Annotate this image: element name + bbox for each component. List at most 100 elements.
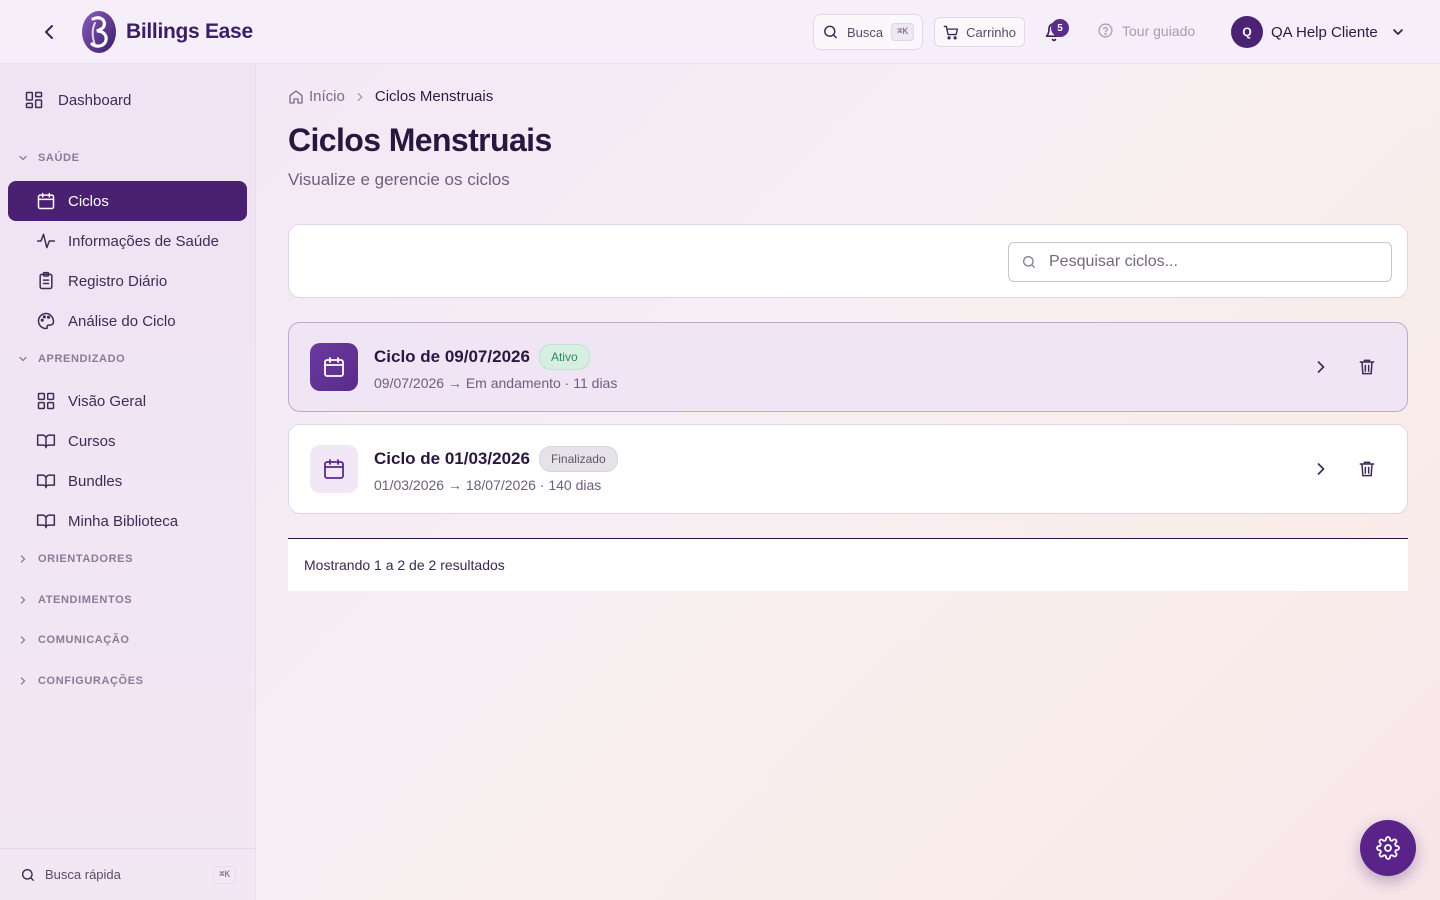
sidebar-item-registro-diario[interactable]: Registro Diário <box>8 261 247 301</box>
sidebar-item-label: Dashboard <box>58 91 132 109</box>
breadcrumb-current: Ciclos Menstruais <box>374 88 494 105</box>
section-saude[interactable]: SAÚDE <box>17 152 80 164</box>
sidebar-item-label: Análise do Ciclo <box>68 312 176 330</box>
breadcrumb-home[interactable]: Início <box>288 88 345 105</box>
clipboard-icon <box>39 271 53 290</box>
gear-icon <box>1376 836 1400 860</box>
section-comunicacao[interactable]: COMUNICAÇÃO <box>17 634 130 646</box>
trash-icon[interactable] <box>1357 459 1377 479</box>
search-label: Busca <box>847 24 884 40</box>
status-badge: Finalizado <box>538 445 618 472</box>
sidebar-item-informacoes-saude[interactable]: Informações de Saúde <box>8 221 247 261</box>
cycle-title: Ciclo de 09/07/2026 <box>374 346 530 366</box>
cycle-title: Ciclo de 01/03/2026 <box>374 448 530 468</box>
section-atendimentos[interactable]: ATENDIMENTOS <box>17 594 132 606</box>
cycle-card[interactable]: Ciclo de 09/07/2026 Ativo 09/07/2026 → E… <box>288 322 1408 412</box>
book-open-icon <box>36 514 56 529</box>
section-label: COMUNICAÇÃO <box>38 634 130 646</box>
sidebar-item-dashboard[interactable]: Dashboard <box>24 90 131 110</box>
book-open-icon <box>36 434 56 449</box>
top-header: Billings Ease Busca ⌘K Carrinho 5 Tour g… <box>0 0 1440 64</box>
pagination-text: Mostrando 1 a 2 de 2 resultados <box>304 557 505 573</box>
sidebar-item-label: Cursos <box>68 432 116 450</box>
status-badge: Ativo <box>538 343 590 370</box>
cycles-search-field[interactable] <box>1008 242 1392 282</box>
sidebar-item-label: Ciclos <box>68 192 109 210</box>
calendar-icon <box>324 459 344 479</box>
grid-icon <box>37 392 55 410</box>
chevron-right-icon[interactable] <box>1311 357 1331 377</box>
section-orientadores[interactable]: ORIENTADORES <box>17 553 133 565</box>
sidebar-item-analise-ciclo[interactable]: Análise do Ciclo <box>8 301 247 341</box>
avatar: Q <box>1231 16 1263 48</box>
search-icon <box>22 868 34 881</box>
cycle-card[interactable]: Ciclo de 01/03/2026 Finalizado 01/03/202… <box>288 424 1408 514</box>
home-icon <box>289 89 303 104</box>
section-label: APRENDIZADO <box>38 353 126 365</box>
brand[interactable]: Billings Ease <box>80 10 253 54</box>
cycle-icon-wrap <box>310 343 358 391</box>
cycle-meta: 01/03/2026 → 18/07/2026 · 140 dias <box>374 476 602 493</box>
sidebar-item-label: Bundles <box>68 472 123 490</box>
sidebar-item-visao-geral[interactable]: Visão Geral <box>8 381 247 421</box>
brand-logo-icon <box>82 11 116 53</box>
pagination-summary: Mostrando 1 a 2 de 2 resultados <box>288 538 1408 591</box>
settings-fab-button[interactable] <box>1360 820 1416 876</box>
quick-search-shortcut: ⌘K <box>213 865 236 884</box>
section-label: ORIENTADORES <box>38 553 134 565</box>
chevron-right-icon <box>20 596 26 604</box>
back-button[interactable] <box>38 20 62 44</box>
global-search-button[interactable]: Busca ⌘K <box>813 14 923 50</box>
section-configuracoes[interactable]: CONFIGURAÇÕES <box>17 675 144 687</box>
section-aprendizado[interactable]: APRENDIZADO <box>17 353 125 365</box>
filter-card <box>288 224 1408 298</box>
sidebar-item-label: Informações de Saúde <box>68 232 219 250</box>
calendar-icon <box>37 192 55 210</box>
guided-tour-button[interactable]: Tour guiado <box>1097 22 1195 39</box>
page-title: Ciclos Menstruais <box>288 122 552 158</box>
sidebar-item-cursos[interactable]: Cursos <box>8 421 247 461</box>
chevron-down-icon <box>19 155 27 161</box>
trash-icon[interactable] <box>1357 357 1377 377</box>
chevron-right-icon <box>20 636 26 644</box>
brand-name: Billings Ease <box>126 20 253 43</box>
quick-search-label: Busca rápida <box>45 867 121 882</box>
activity-icon <box>36 233 56 249</box>
section-label: CONFIGURAÇÕES <box>38 675 144 687</box>
user-name: QA Help Cliente <box>1271 23 1378 41</box>
sidebar-item-label: Registro Diário <box>68 272 168 290</box>
tour-label: Tour guiado <box>1122 22 1196 39</box>
search-shortcut: ⌘K <box>891 23 914 41</box>
cycle-meta: 09/07/2026 → Em andamento · 11 dias <box>374 374 618 391</box>
chevron-right-icon <box>357 92 363 101</box>
sidebar-item-minha-biblioteca[interactable]: Minha Biblioteca <box>8 501 247 541</box>
palette-icon <box>37 312 55 330</box>
sidebar-item-label: Visão Geral <box>68 392 147 410</box>
cart-label: Carrinho <box>966 24 1016 40</box>
book-open-icon <box>36 474 56 489</box>
chevron-right-icon <box>20 677 26 685</box>
quick-search-button[interactable]: Busca rápida ⌘K <box>0 848 256 900</box>
cart-button[interactable]: Carrinho <box>934 17 1025 47</box>
calendar-icon <box>324 357 344 377</box>
sidebar-item-bundles[interactable]: Bundles <box>8 461 247 501</box>
sidebar-item-ciclos[interactable]: Ciclos <box>8 181 247 221</box>
section-label: SAÚDE <box>38 152 80 164</box>
breadcrumb-home-label: Início <box>309 88 345 105</box>
sidebar-item-label: Minha Biblioteca <box>68 512 179 530</box>
search-icon <box>1022 255 1035 268</box>
page-subtitle: Visualize e gerencie os ciclos <box>288 170 510 189</box>
grid-icon <box>25 91 43 109</box>
chevron-down-icon <box>19 356 27 362</box>
user-menu[interactable]: Q QA Help Cliente <box>1231 16 1406 48</box>
chevron-down-icon <box>1392 29 1403 35</box>
help-circle-icon <box>1098 23 1113 38</box>
cycles-search-input[interactable] <box>1049 253 1369 271</box>
sidebar: Dashboard SAÚDE Ciclos Informações de Sa… <box>0 64 256 900</box>
cycle-icon-wrap <box>310 445 358 493</box>
cart-icon <box>943 25 959 39</box>
breadcrumb: Início Ciclos Menstruais <box>288 88 493 105</box>
section-label: ATENDIMENTOS <box>38 594 133 606</box>
chevron-right-icon[interactable] <box>1311 459 1331 479</box>
chevron-left-icon <box>45 25 53 39</box>
